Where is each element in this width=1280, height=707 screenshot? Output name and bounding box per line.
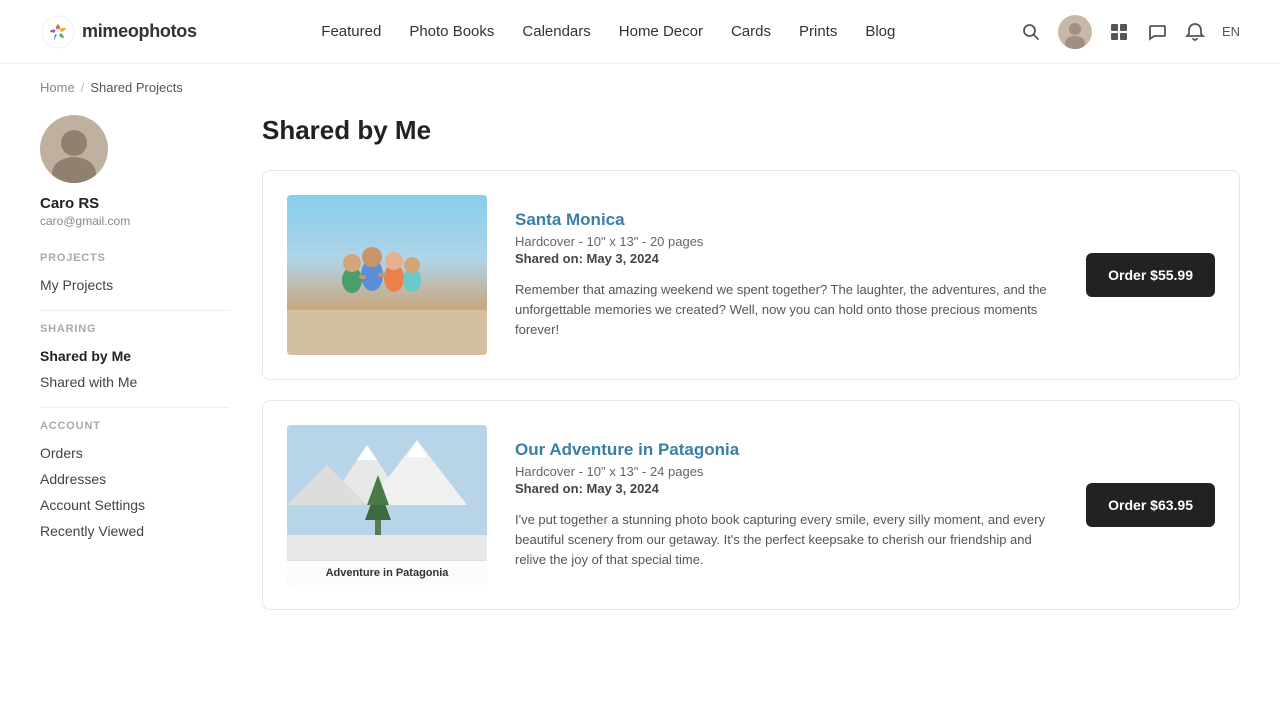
breadcrumb-separator: / [81, 80, 85, 95]
main-layout: Caro RS caro@gmail.com PROJECTS My Proje… [0, 95, 1280, 650]
main-nav: Featured Photo Books Calendars Home Deco… [321, 23, 895, 40]
breadcrumb-current: Shared Projects [90, 80, 183, 95]
sidebar-section-projects: PROJECTS [40, 252, 230, 264]
main-content: Shared by Me [262, 115, 1240, 630]
grid-icon[interactable] [1108, 21, 1130, 43]
sidebar-item-shared-by-me[interactable]: Shared by Me [40, 343, 230, 369]
sidebar-item-orders[interactable]: Orders [40, 440, 230, 466]
header: mimeophotos Featured Photo Books Calenda… [0, 0, 1280, 64]
logo-icon [40, 14, 76, 50]
patagonia-thumbnail-label: Adventure in Patagonia [287, 560, 487, 585]
user-avatar[interactable] [1058, 15, 1092, 49]
nav-cards[interactable]: Cards [731, 23, 771, 40]
sidebar-avatar[interactable] [40, 115, 108, 183]
sidebar-user-email: caro@gmail.com [40, 214, 230, 228]
project-title-santa-monica[interactable]: Santa Monica [515, 210, 1058, 230]
project-meta-patagonia: Hardcover - 10" x 13" - 24 pages [515, 464, 1058, 479]
nav-photo-books[interactable]: Photo Books [409, 23, 494, 40]
breadcrumb-home[interactable]: Home [40, 80, 75, 95]
sidebar-item-addresses[interactable]: Addresses [40, 466, 230, 492]
sidebar-item-my-projects[interactable]: My Projects [40, 272, 230, 298]
sidebar-item-account-settings[interactable]: Account Settings [40, 492, 230, 518]
breadcrumb: Home / Shared Projects [0, 64, 1280, 95]
logo[interactable]: mimeophotos [40, 14, 197, 50]
order-button-santa-monica[interactable]: Order $55.99 [1086, 253, 1215, 297]
project-info-santa-monica: Santa Monica Hardcover - 10" x 13" - 20 … [515, 210, 1058, 340]
sidebar-user-name: Caro RS [40, 195, 230, 212]
sidebar-section-sharing: SHARING [40, 323, 230, 335]
nav-calendars[interactable]: Calendars [522, 23, 590, 40]
header-actions: EN [1020, 15, 1240, 49]
sidebar-item-recently-viewed[interactable]: Recently Viewed [40, 518, 230, 544]
project-desc-santa-monica: Remember that amazing weekend we spent t… [515, 280, 1058, 340]
logo-text: mimeophotos [82, 21, 197, 42]
sidebar-divider-1 [40, 310, 230, 311]
project-title-patagonia[interactable]: Our Adventure in Patagonia [515, 440, 1058, 460]
nav-blog[interactable]: Blog [865, 23, 895, 40]
project-meta-santa-monica: Hardcover - 10" x 13" - 20 pages [515, 234, 1058, 249]
project-shared-santa-monica: Shared on: May 3, 2024 [515, 251, 1058, 266]
project-desc-patagonia: I've put together a stunning photo book … [515, 510, 1058, 570]
order-button-patagonia[interactable]: Order $63.95 [1086, 483, 1215, 527]
sidebar-item-shared-with-me[interactable]: Shared with Me [40, 369, 230, 395]
project-card-santa-monica: Santa Monica Hardcover - 10" x 13" - 20 … [262, 170, 1240, 380]
project-shared-patagonia: Shared on: May 3, 2024 [515, 481, 1058, 496]
nav-featured[interactable]: Featured [321, 23, 381, 40]
sidebar: Caro RS caro@gmail.com PROJECTS My Proje… [40, 115, 230, 630]
sidebar-divider-2 [40, 407, 230, 408]
project-card-patagonia: Adventure in Patagonia Our Adventure in … [262, 400, 1240, 610]
notification-icon[interactable] [1184, 21, 1206, 43]
nav-home-decor[interactable]: Home Decor [619, 23, 703, 40]
project-thumbnail-santa-monica [287, 195, 487, 355]
search-icon[interactable] [1020, 21, 1042, 43]
page-title: Shared by Me [262, 115, 1240, 146]
language-button[interactable]: EN [1222, 24, 1240, 39]
sidebar-section-account: ACCOUNT [40, 420, 230, 432]
chat-icon[interactable] [1146, 21, 1168, 43]
project-info-patagonia: Our Adventure in Patagonia Hardcover - 1… [515, 440, 1058, 570]
project-thumbnail-patagonia: Adventure in Patagonia [287, 425, 487, 585]
nav-prints[interactable]: Prints [799, 23, 837, 40]
